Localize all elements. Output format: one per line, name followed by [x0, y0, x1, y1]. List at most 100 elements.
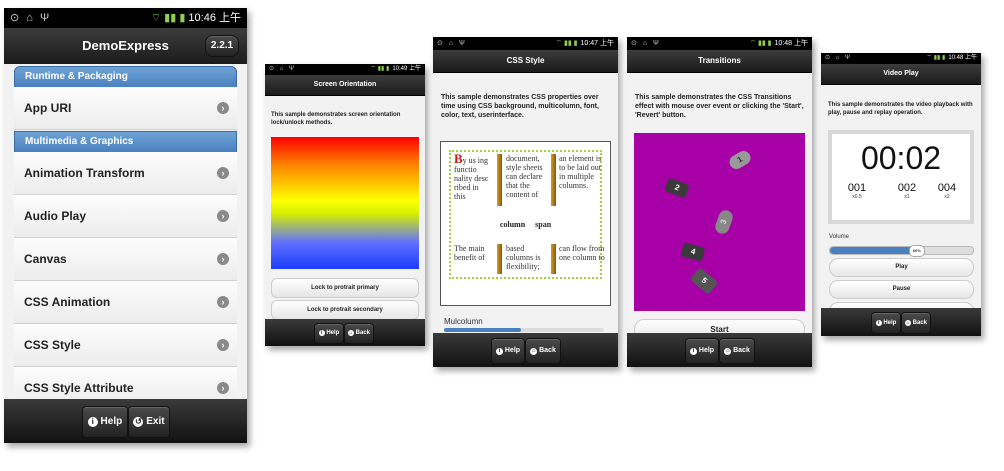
- status-left-icons: ⊙ ⌂ Ψ: [10, 12, 52, 24]
- info-icon: i: [875, 320, 882, 326]
- progress-track: [444, 328, 604, 332]
- transition-box-5[interactable]: 5: [689, 267, 719, 295]
- exit-button[interactable]: ↺ Exit: [128, 406, 170, 438]
- lock-portrait-secondary-button[interactable]: Lock to protrait secondary: [271, 300, 419, 320]
- help-button[interactable]: i Help: [685, 338, 719, 364]
- back-label: Back: [355, 330, 370, 336]
- phone-css-style: ⊙ ⌂ Ψ ⌔ ▮▮ ▮ 10:47 上午 CSS Style This samp…: [433, 37, 618, 367]
- column-1-bottom: The main benefit of: [454, 244, 485, 262]
- help-button[interactable]: i Help: [491, 338, 525, 364]
- list-item-label: CSS Style Attribute: [24, 381, 134, 395]
- gradient-swatch: [271, 137, 419, 269]
- page-title: Transitions: [698, 56, 741, 65]
- version-badge: 2.2.1: [205, 35, 239, 57]
- list-item-label: App URI: [24, 101, 72, 115]
- page-title: DemoExpress: [82, 38, 169, 53]
- footer-bar: i Help ⌂ Back: [433, 333, 618, 367]
- chevron-right-icon: ›: [217, 296, 229, 308]
- home-icon: ⌂: [347, 330, 354, 336]
- info-icon: i: [87, 417, 98, 427]
- divider-multimedia: Multimedia & Graphics: [14, 131, 237, 153]
- drop-cap: B: [454, 151, 463, 166]
- play-button[interactable]: Play: [829, 258, 974, 277]
- counter-3: 004 x2: [932, 182, 962, 200]
- app-header: Screen Orientation: [265, 75, 425, 96]
- volume-value: 60%: [912, 248, 921, 253]
- undo-icon: ↺: [133, 417, 144, 427]
- back-button[interactable]: ⌂ Back: [901, 312, 931, 334]
- column-3-top: an element is to be laid out in multiple…: [559, 154, 602, 190]
- help-button[interactable]: i Help: [314, 323, 344, 344]
- exit-label: Exit: [146, 416, 165, 427]
- section-label: Mulcolumn: [444, 317, 483, 326]
- counter-1: 001 x0.5: [842, 182, 872, 200]
- status-bar: ⊙ ⌂ Ψ ⌔ ▮▮ ▮ 10:47 上午: [433, 37, 618, 50]
- list-item-label: Canvas: [24, 252, 67, 266]
- footer-bar: i Help ⌂ Back: [627, 333, 812, 367]
- chevron-right-icon: ›: [217, 167, 229, 179]
- status-left-icons: ⊙ ⌂ Ψ: [437, 40, 467, 47]
- chevron-right-icon: ›: [217, 210, 229, 222]
- info-icon: i: [318, 330, 325, 336]
- phone-video-play: ⊙ ⌂ Ψ ⌔ ▮▮ ▮ 10:48 上午 Video Play This sam…: [821, 53, 981, 336]
- back-button[interactable]: ⌂ Back: [719, 338, 755, 364]
- app-header: DemoExpress 2.2.1: [4, 28, 247, 65]
- list-item-audio-play[interactable]: Audio Play ›: [14, 195, 237, 238]
- description: This sample demonstrates the CSS Transit…: [635, 94, 804, 119]
- help-label: Help: [698, 347, 715, 354]
- phone-transitions: ⊙ ⌂ Ψ ⌔ ▮▮ ▮ 10:48 上午 Transitions This sa…: [627, 37, 812, 367]
- help-button[interactable]: i Help: [871, 312, 901, 334]
- status-bar: ⊙ ⌂ Ψ ⌔ ▮▮ ▮ 10:48 上午: [821, 53, 981, 64]
- list-item-animation-transform[interactable]: Animation Transform ›: [14, 152, 237, 195]
- transition-canvas[interactable]: 1 2 3 4 5: [634, 133, 805, 311]
- volume-slider[interactable]: 60%: [829, 245, 974, 257]
- status-left-icons: ⊙ ⌂ Ψ: [269, 66, 296, 72]
- transition-box-1[interactable]: 1: [726, 148, 754, 172]
- column-rule: [497, 154, 502, 206]
- page-title: Video Play: [883, 70, 919, 77]
- description: This sample demonstrates the video playb…: [828, 102, 973, 116]
- chevron-right-icon: ›: [217, 102, 229, 114]
- back-button[interactable]: ⌂ Back: [344, 323, 374, 344]
- home-icon: ⌂: [530, 348, 538, 355]
- footer-bar: i Help ↺ Exit: [4, 399, 247, 443]
- lock-portrait-primary-button[interactable]: Lock to protrait primary: [271, 278, 419, 298]
- back-label: Back: [539, 347, 556, 354]
- pause-button[interactable]: Pause: [829, 280, 974, 299]
- transition-box-2[interactable]: 2: [664, 177, 690, 199]
- status-time: 10:49 上午: [392, 66, 421, 72]
- signal-icon: ⌔ ▮▮ ▮: [370, 66, 390, 72]
- status-bar: ⊙ ⌂ Ψ ⌔ ▮▮ ▮ 10:49 上午: [265, 64, 425, 75]
- divider-label: Runtime & Packaging: [25, 71, 128, 82]
- list-item-canvas[interactable]: Canvas ›: [14, 238, 237, 281]
- home-icon: ⌂: [904, 320, 911, 326]
- column-2-top: document, style sheets can declare that …: [506, 154, 543, 199]
- phone-demoexpress: ⊙ ⌂ Ψ ⌔ ▮▮ ▮ 10:46 上午 DemoExpress 2.2.1 R…: [4, 8, 247, 443]
- list-item-label: CSS Style: [24, 338, 81, 352]
- column-2-bottom: based columns is flexibility;: [506, 244, 541, 271]
- counter-value: 001: [847, 182, 867, 194]
- list-item-css-style[interactable]: CSS Style ›: [14, 324, 237, 367]
- signal-icon: ⌔ ▮▮ ▮: [555, 40, 578, 47]
- box-label: 4: [689, 246, 697, 257]
- help-button[interactable]: i Help: [82, 406, 128, 438]
- signal-icon: ⌔ ▮▮ ▮: [150, 12, 186, 24]
- status-right: ⌔ ▮▮ ▮ 10:48 上午: [926, 53, 977, 64]
- status-left-icons: ⊙ ⌂ Ψ: [631, 40, 661, 47]
- counter-value: 004: [937, 182, 957, 194]
- transition-box-3[interactable]: 3: [713, 208, 735, 236]
- divider-label: Multimedia & Graphics: [25, 136, 134, 147]
- list-item-label: Animation Transform: [24, 166, 145, 180]
- counter-value: 002: [897, 182, 917, 194]
- video-display: 00:02 001 x0.5 002 x1 004 x2: [828, 130, 974, 224]
- transition-box-4[interactable]: 4: [680, 242, 706, 262]
- description: This sample demonstrates CSS properties …: [441, 94, 599, 119]
- list-item-css-animation[interactable]: CSS Animation ›: [14, 281, 237, 324]
- list: Runtime & Packaging App URI › Multimedia …: [4, 64, 247, 410]
- back-button[interactable]: ⌂ Back: [525, 338, 561, 364]
- divider-runtime: Runtime & Packaging: [14, 66, 237, 88]
- box-label: 2: [673, 182, 681, 193]
- list-item-app-uri[interactable]: App URI ›: [14, 87, 237, 130]
- volume-handle[interactable]: 60%: [908, 245, 925, 257]
- app-header: CSS Style: [433, 50, 618, 73]
